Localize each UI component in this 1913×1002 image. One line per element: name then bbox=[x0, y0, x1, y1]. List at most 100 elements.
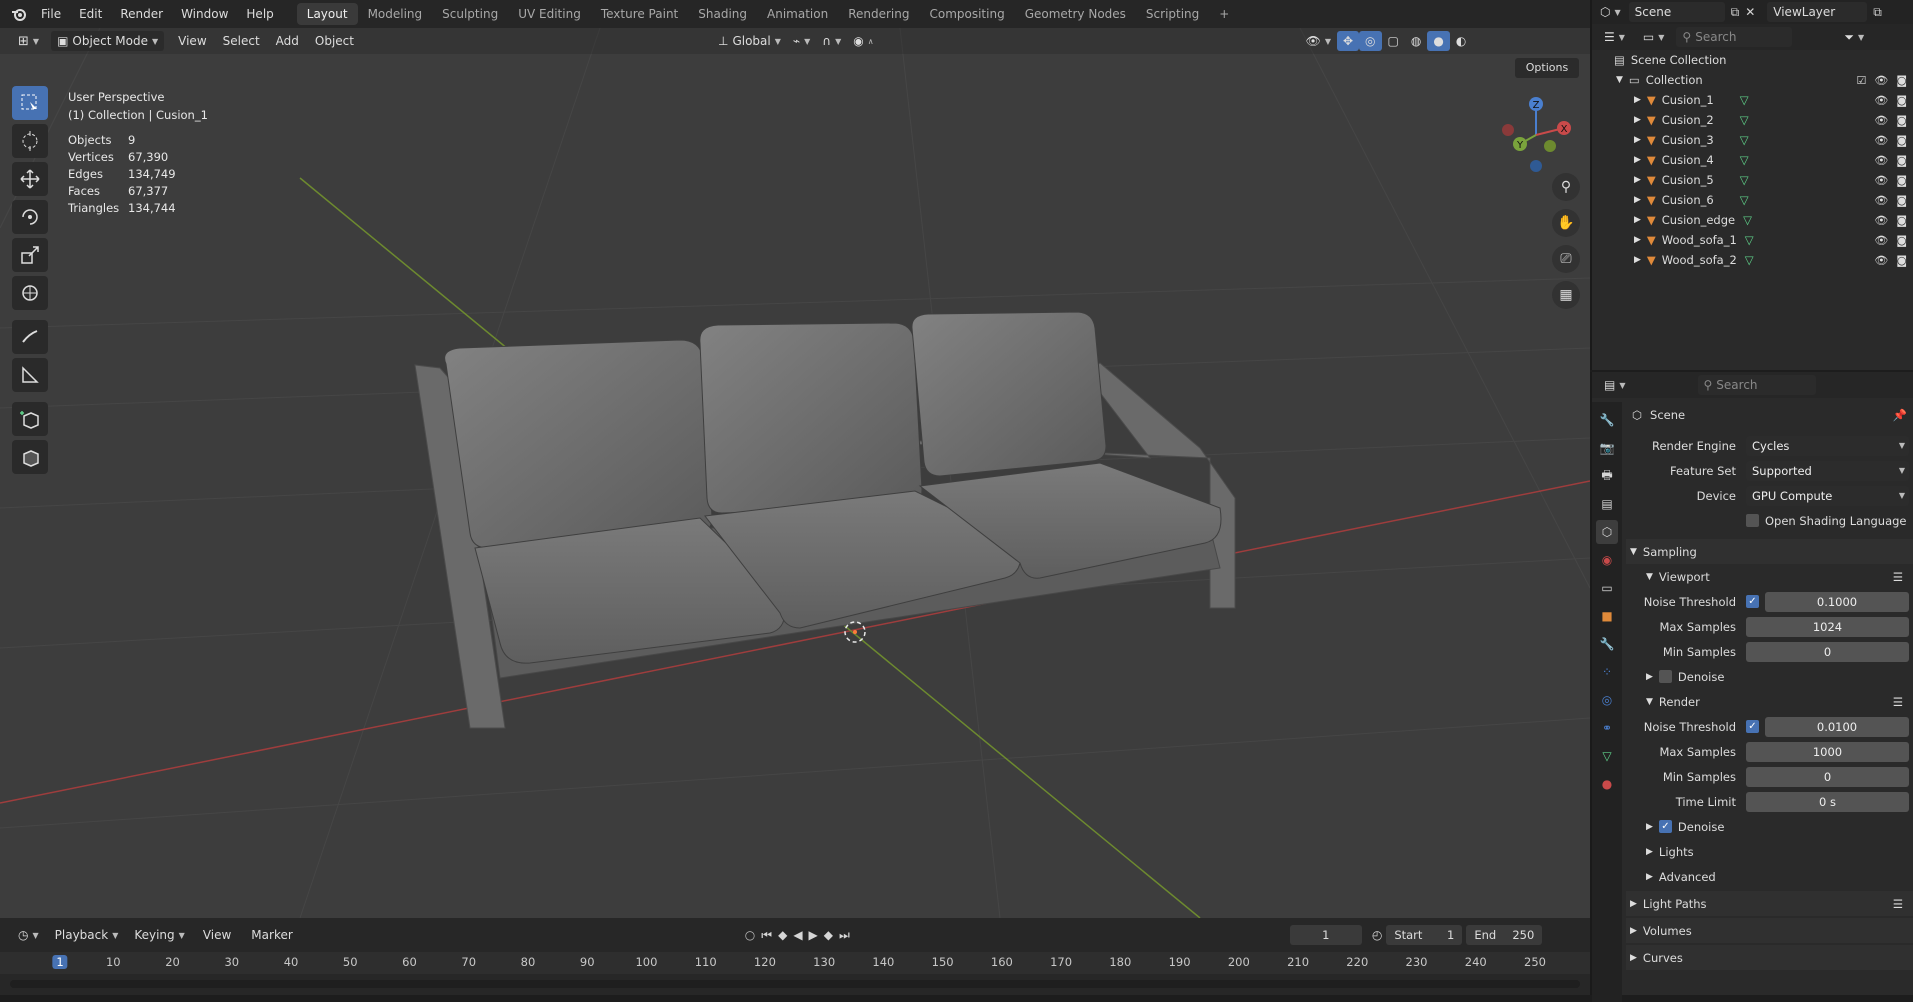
timeline-marker-menu[interactable]: Marker bbox=[243, 928, 300, 942]
r-time-limit-field[interactable]: 0 s bbox=[1746, 791, 1909, 812]
properties-editor-type[interactable]: ▤ ▼ bbox=[1598, 375, 1632, 395]
navigation-gizmo[interactable]: Z X Y bbox=[1496, 90, 1576, 180]
checkbox-icon[interactable]: ☑ bbox=[1856, 74, 1866, 87]
tab-geometry-nodes[interactable]: Geometry Nodes bbox=[1015, 3, 1136, 25]
camera-icon[interactable]: ◙ bbox=[1896, 114, 1907, 127]
stopwatch-icon[interactable]: ◴ bbox=[1372, 928, 1382, 942]
play-reverse-icon[interactable]: ◀ bbox=[793, 928, 802, 942]
editor-type-dropdown[interactable]: ⊞ ▼ bbox=[12, 31, 45, 51]
menu-select[interactable]: Select bbox=[215, 34, 268, 48]
timeline-ruler[interactable]: 1 10 20 30 40 50 60 70 80 90 100 110 120 130 140 150 160… bbox=[0, 952, 1590, 974]
outliner-object-row[interactable]: ▶ ▼ Cusion_1 ▽ 👁 ◙ bbox=[1592, 90, 1913, 110]
mesh-data-icon[interactable]: ▽ bbox=[1743, 213, 1752, 227]
pivot-dropdown[interactable]: ⌁ ▼ bbox=[787, 31, 816, 51]
eye-icon[interactable]: 👁 bbox=[1874, 214, 1888, 227]
lights-subpanel[interactable]: ▶ Lights bbox=[1626, 839, 1913, 864]
tool-tab-icon[interactable]: 🔧 bbox=[1596, 408, 1618, 432]
add-cube-tool[interactable] bbox=[12, 402, 48, 436]
jump-start-icon[interactable]: ⏮ bbox=[761, 928, 772, 943]
options-dropdown[interactable]: Options bbox=[1515, 58, 1579, 78]
object-tab-icon[interactable]: ■ bbox=[1596, 604, 1618, 628]
r-max-samples-field[interactable]: 1000 bbox=[1746, 741, 1909, 762]
vp-max-samples-field[interactable]: 1024 bbox=[1746, 616, 1909, 637]
scale-tool[interactable] bbox=[12, 238, 48, 272]
eye-icon[interactable]: 👁 bbox=[1874, 174, 1888, 187]
current-frame-field[interactable]: 1 bbox=[1289, 925, 1362, 945]
filter-icon[interactable]: ⏷ ▼ bbox=[1838, 27, 1870, 47]
r-min-samples-field[interactable]: 0 bbox=[1746, 766, 1909, 787]
shading-material-button[interactable]: ◐ bbox=[1450, 31, 1472, 51]
measure-tool[interactable] bbox=[12, 358, 48, 392]
data-tab-icon[interactable]: ▽ bbox=[1596, 744, 1618, 768]
tab-rendering[interactable]: Rendering bbox=[838, 3, 919, 25]
eye-icon[interactable]: 👁 bbox=[1874, 94, 1888, 107]
prev-keyframe-icon[interactable]: ◆ bbox=[778, 928, 787, 942]
move-tool[interactable] bbox=[12, 162, 48, 196]
tab-layout[interactable]: Layout bbox=[296, 3, 358, 25]
particles-tab-icon[interactable]: ⁘ bbox=[1596, 660, 1618, 684]
zoom-icon[interactable]: ⚲ bbox=[1552, 173, 1580, 201]
camera-icon[interactable]: ◙ bbox=[1896, 234, 1907, 247]
tab-compositing[interactable]: Compositing bbox=[919, 3, 1014, 25]
camera-icon[interactable]: ◙ bbox=[1896, 194, 1907, 207]
tab-animation[interactable]: Animation bbox=[757, 3, 838, 25]
visibility-dropdown[interactable]: 👁 ▼ bbox=[1300, 31, 1337, 51]
menu-help[interactable]: Help bbox=[237, 0, 282, 28]
chevron-right-icon[interactable]: ▶ bbox=[1634, 115, 1641, 125]
mode-dropdown[interactable]: ▣ Object Mode ▼ bbox=[51, 31, 165, 51]
vp-noise-threshold-checkbox[interactable]: ✓ bbox=[1746, 595, 1759, 608]
mesh-data-icon[interactable]: ▽ bbox=[1745, 233, 1754, 247]
outliner-object-row[interactable]: ▶ ▼ Cusion_6 ▽ 👁 ◙ bbox=[1592, 190, 1913, 210]
view-layer-tab-icon[interactable]: ▤ bbox=[1596, 492, 1618, 516]
overlay-toggle[interactable]: ◎ bbox=[1359, 31, 1382, 51]
scene-tab-icon[interactable]: ⬡ bbox=[1596, 520, 1618, 544]
outliner-object-row[interactable]: ▶ ▼ Cusion_4 ▽ 👁 ◙ bbox=[1592, 150, 1913, 170]
playback-dropdown[interactable]: Playback ▼ bbox=[49, 925, 125, 945]
menu-object[interactable]: Object bbox=[307, 34, 362, 48]
mesh-data-icon[interactable]: ▽ bbox=[1740, 113, 1749, 127]
advanced-subpanel[interactable]: ▶ Advanced bbox=[1626, 864, 1913, 889]
outliner-display-mode[interactable]: ☰ ▼ bbox=[1598, 27, 1631, 47]
menu-edit[interactable]: Edit bbox=[70, 0, 111, 28]
eye-icon[interactable]: 👁 bbox=[1874, 234, 1888, 247]
eye-icon[interactable]: 👁 bbox=[1874, 254, 1888, 267]
world-tab-icon[interactable]: ◉ bbox=[1596, 548, 1618, 572]
list-icon[interactable]: ☰ bbox=[1893, 695, 1903, 709]
feature-set-dropdown[interactable]: Supported ▼ bbox=[1746, 460, 1909, 481]
camera-icon[interactable]: ◙ bbox=[1896, 214, 1907, 227]
osl-checkbox[interactable] bbox=[1746, 514, 1759, 527]
chevron-right-icon[interactable]: ▶ bbox=[1634, 175, 1641, 185]
outliner-object-row[interactable]: ▶ ▼ Cusion_3 ▽ 👁 ◙ bbox=[1592, 130, 1913, 150]
sofa-model[interactable] bbox=[414, 311, 1236, 729]
render-tab-icon[interactable]: 📷 bbox=[1596, 436, 1618, 460]
jump-end-icon[interactable]: ⏭ bbox=[839, 928, 850, 943]
cursor-tool[interactable] bbox=[12, 124, 48, 158]
r-noise-threshold-checkbox[interactable]: ✓ bbox=[1746, 720, 1759, 733]
chevron-right-icon[interactable]: ▶ bbox=[1634, 255, 1641, 265]
camera-icon[interactable]: ◙ bbox=[1896, 254, 1907, 267]
collection-row[interactable]: ▼ ▭ Collection ☑ 👁 ◙ bbox=[1592, 70, 1913, 90]
r-denoise-subpanel[interactable]: ▶ ✓ Denoise bbox=[1626, 814, 1913, 839]
menu-window[interactable]: Window bbox=[172, 0, 237, 28]
r-noise-threshold-field[interactable]: 0.0100 bbox=[1765, 716, 1909, 737]
annotate-tool[interactable] bbox=[12, 320, 48, 354]
close-icon[interactable]: ✕ bbox=[1745, 5, 1755, 19]
camera-icon[interactable]: ◙ bbox=[1896, 134, 1907, 147]
menu-file[interactable]: File bbox=[32, 0, 70, 28]
mesh-data-icon[interactable]: ▽ bbox=[1740, 173, 1749, 187]
physics-tab-icon[interactable]: ◎ bbox=[1596, 688, 1618, 712]
rotate-tool[interactable] bbox=[12, 200, 48, 234]
new-view-layer-icon[interactable]: ⧉ bbox=[1873, 5, 1882, 20]
chevron-right-icon[interactable]: ▶ bbox=[1634, 235, 1641, 245]
properties-search[interactable]: ⚲ Search bbox=[1697, 375, 1816, 395]
tab-sculpting[interactable]: Sculpting bbox=[432, 3, 508, 25]
scene-collection-row[interactable]: ▤ Scene Collection bbox=[1592, 50, 1913, 70]
mesh-data-icon[interactable]: ▽ bbox=[1740, 193, 1749, 207]
vp-min-samples-field[interactable]: 0 bbox=[1746, 641, 1909, 662]
tab-uv-editing[interactable]: UV Editing bbox=[508, 3, 591, 25]
collection-tab-icon[interactable]: ▭ bbox=[1596, 576, 1618, 600]
list-icon[interactable]: ☰ bbox=[1893, 570, 1903, 584]
mesh-data-icon[interactable]: ▽ bbox=[1740, 133, 1749, 147]
mesh-data-icon[interactable]: ▽ bbox=[1740, 153, 1749, 167]
camera-view-icon[interactable]: ⎚ bbox=[1552, 245, 1580, 273]
